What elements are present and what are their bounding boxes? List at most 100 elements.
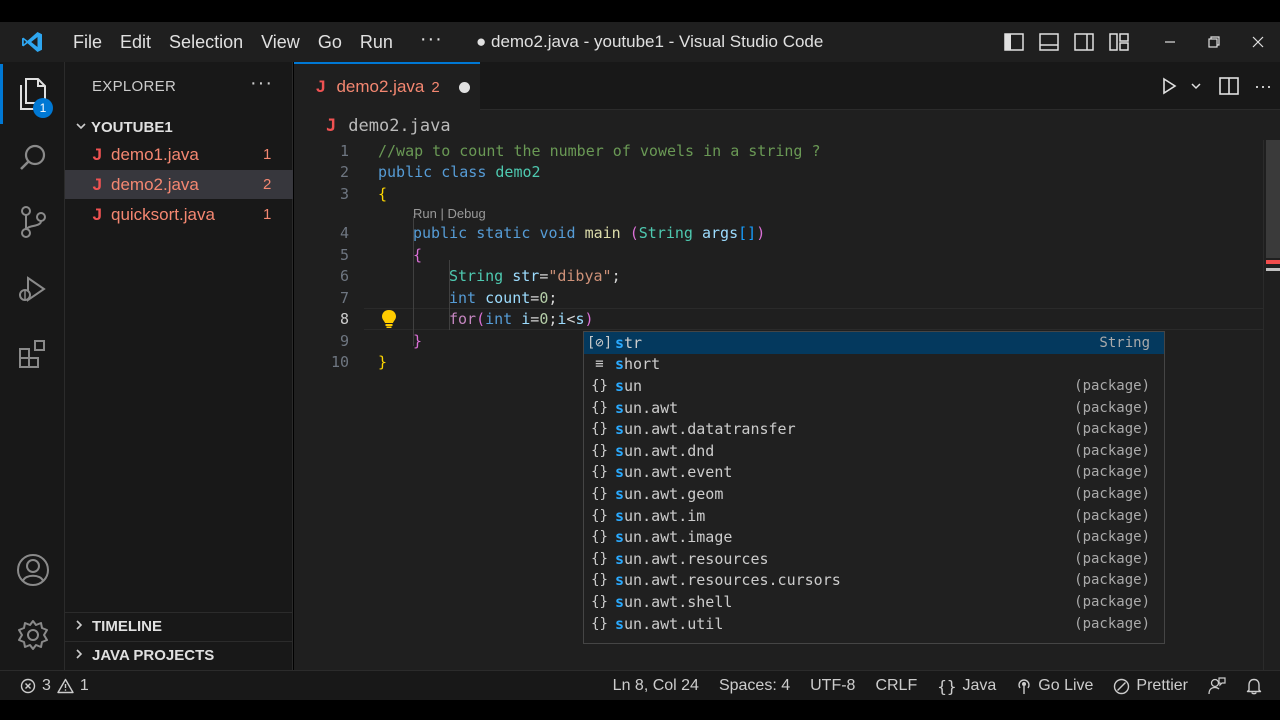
suggestion-item[interactable]: {} sun.awt.geom (package) <box>584 483 1164 505</box>
minimize-icon[interactable] <box>1148 22 1192 62</box>
editor-actions: ··· <box>1152 62 1280 110</box>
menu-selection[interactable]: Selection <box>160 22 252 62</box>
suggestion-item[interactable]: {} sun (package) <box>584 375 1164 397</box>
language-mode[interactable]: {} Java <box>927 671 1006 701</box>
java-file-icon: J <box>326 116 337 136</box>
file-name: demo2.java <box>111 174 199 194</box>
java-projects-section[interactable]: JAVA PROJECTS <box>65 641 293 669</box>
file-demo2-java[interactable]: J demo2.java 2 <box>65 170 293 199</box>
menu-file[interactable]: File <box>64 22 111 62</box>
suggestion-widget[interactable]: [⊘] str String ≡ short {} sun (package) … <box>583 331 1165 644</box>
indentation-text: Spaces: 4 <box>718 677 791 694</box>
line-ending-text: CRLF <box>875 677 918 694</box>
restore-icon[interactable] <box>1192 22 1236 62</box>
breadcrumb[interactable]: J demo2.java <box>326 116 451 136</box>
run-dropdown-chevron-icon[interactable] <box>1186 62 1206 110</box>
split-editor-icon[interactable] <box>1212 62 1246 110</box>
suggestion-label: sun.awt.image <box>615 528 1044 546</box>
cursor-marker <box>1266 268 1280 271</box>
menu-edit[interactable]: Edit <box>111 22 160 62</box>
prettier-button[interactable]: Prettier <box>1103 671 1198 701</box>
status-right: Ln 8, Col 24 Spaces: 4 UTF-8 CRLF {} Jav… <box>603 671 1280 701</box>
sidebar-more-button[interactable]: ··· <box>250 72 273 95</box>
toggle-primary-sidebar-icon[interactable] <box>996 22 1031 62</box>
go-live-text: Go Live <box>1038 677 1094 694</box>
suggestion-item[interactable]: {} sun.awt.event (package) <box>584 462 1164 484</box>
rest-text: hort <box>624 355 661 374</box>
encoding[interactable]: UTF-8 <box>800 671 865 701</box>
vertical-scrollbar[interactable] <box>1263 140 1280 670</box>
suggestion-label: sun.awt.util <box>615 615 1044 633</box>
menu-view[interactable]: View <box>252 22 309 62</box>
match-text: s <box>615 463 625 482</box>
match-text: s <box>615 420 625 439</box>
line-text: String str="dibya"; <box>449 267 621 285</box>
more-actions-icon[interactable]: ··· <box>1246 62 1280 110</box>
suggestion-item[interactable]: {} sun.awt.im (package) <box>584 505 1164 527</box>
line-number: 2 <box>339 163 349 181</box>
close-window-icon[interactable] <box>1236 22 1280 62</box>
package-icon: {} <box>591 421 608 438</box>
suggestion-item[interactable]: {} sun.awt.datatransfer (package) <box>584 418 1164 440</box>
menu-go[interactable]: Go <box>309 22 351 62</box>
suggestion-item[interactable]: [⊘] str String <box>584 332 1164 354</box>
explorer-badge: 1 <box>33 98 53 118</box>
run-debug-icon[interactable] <box>0 259 65 319</box>
suggestion-label: sun.awt.resources.cursors <box>615 571 1044 589</box>
feedback-button[interactable] <box>1198 671 1236 701</box>
rest-text: un.awt.dnd <box>624 441 715 460</box>
suggestion-item[interactable]: {} sun.awt.dnd (package) <box>584 440 1164 462</box>
explorer-icon[interactable]: 1 <box>0 64 65 124</box>
run-debug-codelens[interactable]: Run | Debug <box>413 206 486 221</box>
suggestion-item[interactable]: {} sun.awt.resources.cursors (package) <box>584 570 1164 592</box>
code-line-2: 2 public class demo2 <box>294 161 1254 183</box>
error-icon <box>20 678 36 693</box>
settings-gear-icon[interactable] <box>0 605 65 665</box>
match-text: s <box>615 592 625 611</box>
line-number: 3 <box>339 185 349 203</box>
problems-indicator[interactable]: 3 1 <box>20 677 89 695</box>
rest-text: un.awt.datatransfer <box>624 420 796 439</box>
suggestion-item[interactable]: ≡ short <box>584 354 1164 376</box>
timeline-section[interactable]: TIMELINE <box>65 612 293 640</box>
suggestion-item[interactable]: {} sun.awt.image (package) <box>584 526 1164 548</box>
line-ending[interactable]: CRLF <box>865 671 927 701</box>
menu-run[interactable]: Run <box>351 22 402 62</box>
title-bar: File Edit Selection View Go Run ··· ● de… <box>0 22 1280 62</box>
toggle-secondary-sidebar-icon[interactable] <box>1066 22 1101 62</box>
customize-layout-icon[interactable] <box>1101 22 1136 62</box>
match-text: s <box>615 355 625 374</box>
unsaved-dot-icon[interactable] <box>458 81 470 93</box>
package-icon: {} <box>591 464 608 481</box>
search-icon[interactable] <box>0 128 65 188</box>
toggle-panel-icon[interactable] <box>1031 22 1066 62</box>
rest-text: tr <box>624 333 643 352</box>
suggestion-item[interactable]: {} sun.awt (package) <box>584 397 1164 419</box>
accounts-icon[interactable] <box>0 540 65 600</box>
line-text: public class demo2 <box>378 163 541 181</box>
file-quicksort-java[interactable]: J quicksort.java 1 <box>65 200 293 229</box>
suggestion-detail: (package) <box>1074 529 1150 546</box>
indentation[interactable]: Spaces: 4 <box>709 671 800 701</box>
cursor-position[interactable]: Ln 8, Col 24 <box>603 671 709 701</box>
prettier-text: Prettier <box>1136 677 1188 694</box>
scrollbar-thumb[interactable] <box>1266 140 1280 258</box>
suggestion-item[interactable]: {} sun.awt.shell (package) <box>584 591 1164 613</box>
notifications-button[interactable] <box>1236 671 1280 701</box>
tab-label: demo2.java <box>336 77 425 96</box>
tab-demo2-java[interactable]: J demo2.java 2 <box>294 62 480 110</box>
line-text: //wap to count the number of vowels in a… <box>378 142 821 160</box>
file-demo1-java[interactable]: J demo1.java 1 <box>65 140 293 169</box>
problem-count: 1 <box>263 146 272 163</box>
source-control-icon[interactable] <box>0 192 65 252</box>
run-icon[interactable] <box>1152 62 1186 110</box>
menu-more-button[interactable]: ··· <box>402 28 457 57</box>
go-live-button[interactable]: Go Live <box>1006 671 1103 701</box>
suggestion-item[interactable]: {} sun.awt.util (package) <box>584 613 1164 635</box>
line-text: { <box>378 185 388 203</box>
extensions-icon[interactable] <box>0 324 65 384</box>
line-number: 7 <box>339 289 349 307</box>
suggestion-item[interactable]: {} sun.awt.resources (package) <box>584 548 1164 570</box>
folder-youtube1[interactable]: YOUTUBE1 <box>65 114 293 140</box>
suggestion-label: str <box>615 334 1044 352</box>
